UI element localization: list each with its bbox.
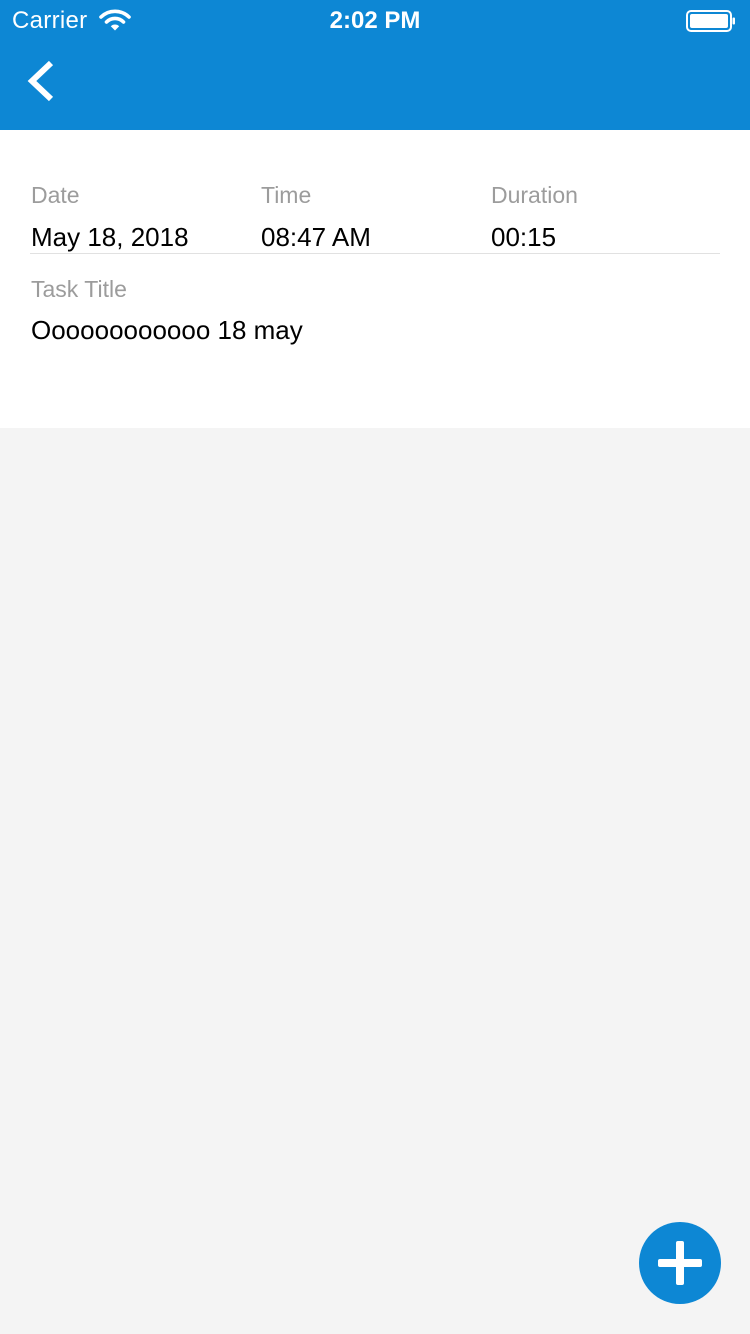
- task-title-value[interactable]: Oooooooooooo 18 may: [31, 315, 303, 346]
- divider: [30, 253, 720, 254]
- duration-value[interactable]: 00:15: [491, 222, 556, 253]
- add-button[interactable]: [639, 1222, 721, 1304]
- time-label: Time: [261, 182, 312, 208]
- date-label: Date: [31, 182, 80, 208]
- plus-icon: [658, 1241, 702, 1285]
- back-button[interactable]: [18, 54, 68, 108]
- status-time: 2:02 PM: [329, 7, 421, 34]
- date-value[interactable]: May 18, 2018: [31, 222, 189, 253]
- chevron-left-icon: [27, 60, 54, 102]
- task-title-label: Task Title: [31, 276, 127, 302]
- time-value[interactable]: 08:47 AM: [261, 222, 371, 253]
- battery-full-icon: [686, 10, 735, 32]
- status-bar: Carrier 2:02 PM: [0, 0, 750, 40]
- task-detail-card: Date May 18, 2018 Time 08:47 AM Duration…: [0, 130, 750, 428]
- duration-label: Duration: [491, 182, 578, 208]
- app-header: Carrier 2:02 PM: [0, 0, 750, 130]
